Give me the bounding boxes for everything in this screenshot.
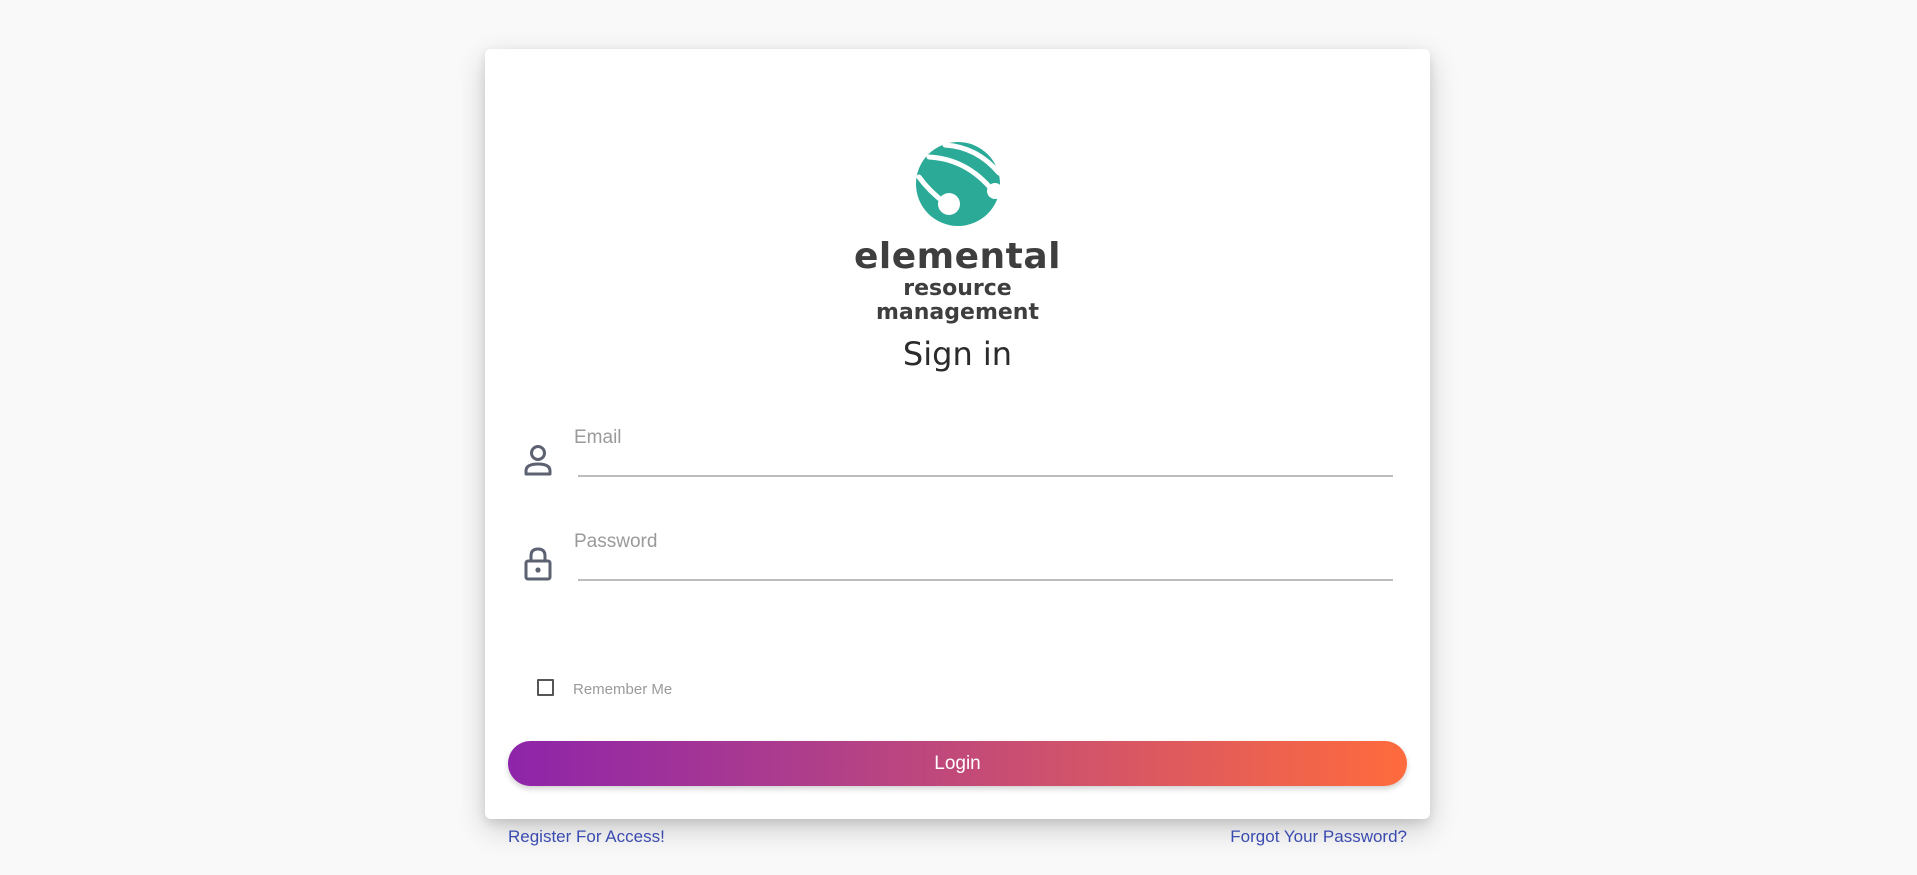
password-input[interactable] <box>578 545 1393 581</box>
remember-me-label[interactable]: Remember Me <box>573 681 672 698</box>
brand-wordmark: elemental resource management <box>854 239 1061 324</box>
brand-logo: elemental resource management <box>485 141 1430 324</box>
password-field-group: Password <box>523 521 1393 581</box>
user-icon <box>524 445 552 476</box>
login-button[interactable]: Login <box>508 741 1407 786</box>
register-link[interactable]: Register For Access! <box>508 827 665 847</box>
email-input[interactable] <box>578 441 1393 477</box>
globe-network-icon <box>915 142 1001 226</box>
page-title: Sign in <box>902 335 1013 373</box>
lock-icon <box>524 547 552 581</box>
remember-me-row: Remember Me <box>537 677 672 698</box>
email-field-group: Email <box>523 417 1393 477</box>
forgot-password-link[interactable]: Forgot Your Password? <box>1230 827 1407 847</box>
login-card: elemental resource management Sign in Em… <box>485 49 1430 846</box>
brand-name-line1: elemental <box>853 236 1062 277</box>
brand-name-line2: resource <box>903 276 1012 301</box>
remember-me-checkbox[interactable] <box>537 679 554 696</box>
brand-name-line3: management <box>876 300 1039 325</box>
